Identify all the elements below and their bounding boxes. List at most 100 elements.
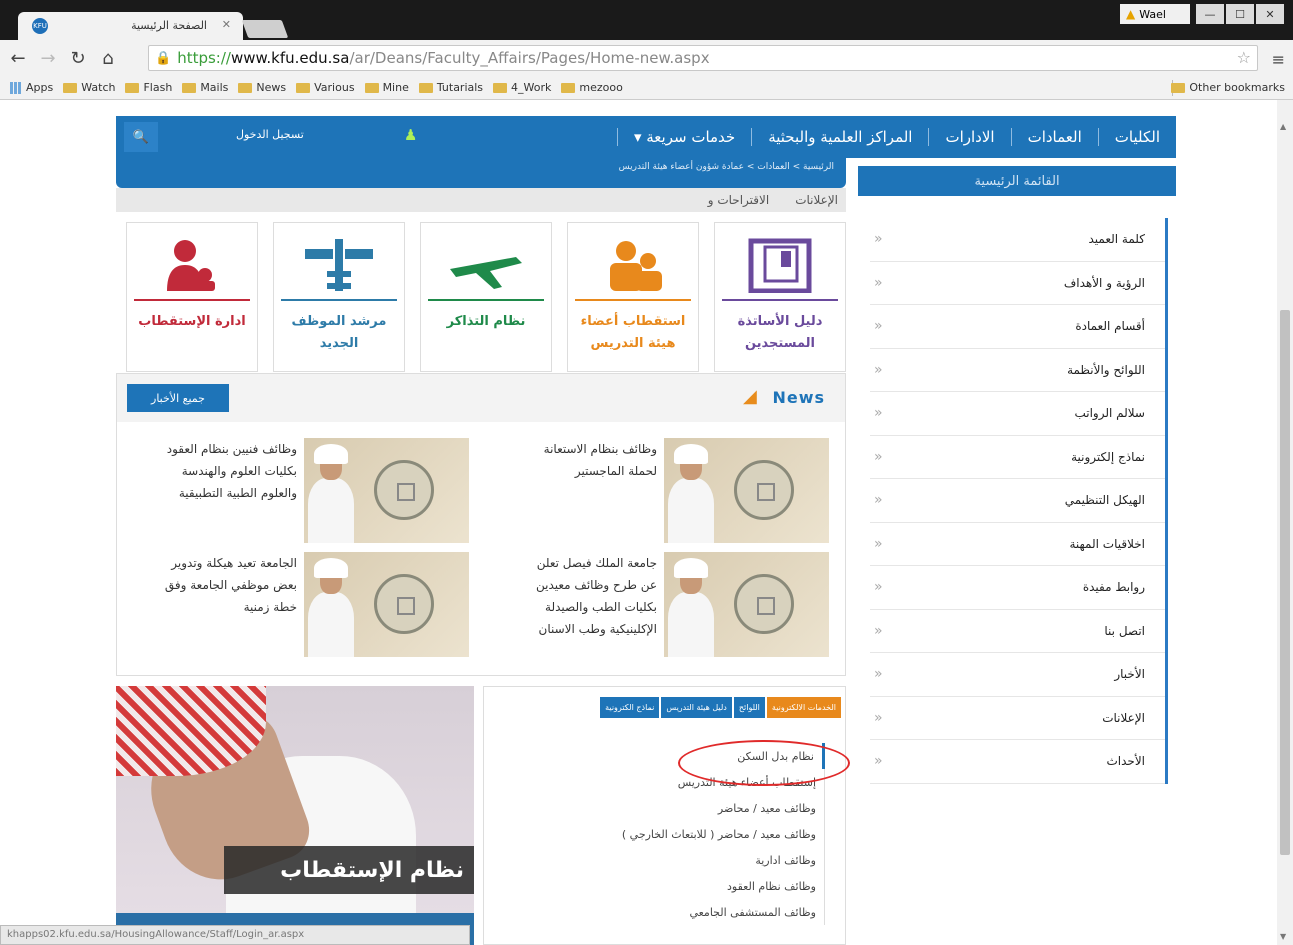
sidebar-item[interactable]: اللوائح والأنظمة « bbox=[870, 349, 1165, 392]
forward-icon[interactable]: → bbox=[36, 46, 60, 70]
reload-icon[interactable]: ↻ bbox=[66, 46, 90, 70]
highlight-ellipse bbox=[678, 740, 850, 786]
sidebar-item[interactable]: الأحداث « bbox=[870, 740, 1165, 784]
nav-colleges[interactable]: الكليات bbox=[1097, 128, 1176, 146]
bookmark-folder[interactable]: Flash bbox=[125, 81, 172, 94]
tab-suggestions[interactable]: الاقتراحات و bbox=[708, 193, 769, 207]
news-thumbnail bbox=[664, 552, 829, 657]
profile-button[interactable]: ▲ Wael bbox=[1120, 4, 1190, 24]
profile-name: Wael bbox=[1139, 7, 1166, 21]
home-icon[interactable]: ⌂ bbox=[96, 46, 120, 70]
close-tab-icon[interactable]: ✕ bbox=[222, 18, 231, 31]
double-chevron-icon: « bbox=[874, 622, 883, 639]
sidebar-item[interactable]: روابط مفيدة « bbox=[870, 566, 1165, 610]
bookmark-apps[interactable]: Apps bbox=[10, 81, 53, 94]
sidebar-item[interactable]: الإعلانات « bbox=[870, 697, 1165, 740]
bookmark-folder[interactable]: Watch bbox=[63, 81, 115, 94]
nav-departments[interactable]: الادارات bbox=[928, 128, 1010, 146]
scroll-thumb[interactable] bbox=[1280, 310, 1290, 855]
bookmark-folder[interactable]: Various bbox=[296, 81, 355, 94]
lock-warning-icon[interactable]: 🔒 bbox=[155, 51, 171, 66]
tab-faculty-guide[interactable]: دليل هيئة التدريس bbox=[661, 697, 732, 718]
nav-research-centers[interactable]: المراكز العلمية والبحثية bbox=[751, 128, 928, 146]
close-window-button[interactable]: ✕ bbox=[1256, 4, 1284, 24]
bookmark-folder[interactable]: Mails bbox=[182, 81, 228, 94]
sidebar-item[interactable]: نماذج إلكترونية « bbox=[870, 436, 1165, 479]
sidebar-item[interactable]: الأخبار « bbox=[870, 653, 1165, 697]
sidebar-item[interactable]: الرؤية و الأهداف « bbox=[870, 262, 1165, 305]
university-seal-icon bbox=[734, 574, 794, 634]
university-seal-icon bbox=[374, 574, 434, 634]
recruitment-banner[interactable]: نظام الإستقطاب bbox=[116, 686, 474, 945]
sidebar-item[interactable]: أقسام العمادة « bbox=[870, 305, 1165, 349]
airplane-icon bbox=[421, 223, 551, 299]
door-icon bbox=[715, 223, 845, 299]
tab-announcements[interactable]: الإعلانات bbox=[795, 193, 838, 207]
eservices-panel: الخدمات الالكترونية اللوائح دليل هيئة ال… bbox=[483, 686, 846, 945]
tab-eforms[interactable]: نماذج الكترونية bbox=[600, 697, 660, 718]
sidebar-item[interactable]: كلمة العميد « bbox=[870, 218, 1165, 262]
news-thumbnail bbox=[304, 552, 469, 657]
tab-regulations[interactable]: اللوائح bbox=[733, 697, 765, 718]
url-scheme: https:// bbox=[177, 49, 231, 67]
folder-icon bbox=[561, 82, 576, 93]
login-link[interactable]: تسجيل الدخول bbox=[236, 128, 304, 141]
all-news-button[interactable]: جميع الأخبار bbox=[127, 384, 229, 412]
news-section: News ◢ جميع الأخبار وظائف بنظام الاستعان… bbox=[116, 373, 846, 676]
nav-deanships[interactable]: العمادات bbox=[1010, 128, 1098, 146]
browser-tab[interactable]: KFU الصفحة الرئيسية ✕ bbox=[18, 12, 243, 40]
tab-eservices[interactable]: الخدمات الالكترونية bbox=[766, 697, 841, 718]
news-item[interactable]: وظائف بنظام الاستعانة لحملة الماجستير bbox=[479, 438, 829, 543]
folder-icon bbox=[1171, 82, 1186, 93]
folder-icon bbox=[125, 82, 140, 93]
bookmark-folder[interactable]: 4_Work bbox=[493, 81, 551, 94]
eservice-link[interactable]: وظائف معيد / محاضر ( للابتعاث الخارجي ) bbox=[525, 821, 825, 847]
sidebar-item[interactable]: اتصل بنا « bbox=[870, 610, 1165, 653]
sidebar-title: القائمة الرئيسية bbox=[858, 166, 1176, 196]
eservice-link[interactable]: وظائف ادارية bbox=[525, 847, 825, 873]
minimize-button[interactable]: — bbox=[1196, 4, 1224, 24]
status-bar-url: khapps02.kfu.edu.sa/HousingAllowance/Sta… bbox=[0, 925, 470, 945]
university-seal-icon bbox=[374, 460, 434, 520]
person-icon: ♟ bbox=[404, 126, 418, 144]
sidebar-item[interactable]: اخلاقيات المهنة « bbox=[870, 523, 1165, 566]
sidebar-item[interactable]: سلالم الرواتب « bbox=[870, 392, 1165, 436]
back-icon[interactable]: ← bbox=[6, 46, 30, 70]
bookmark-folder[interactable]: Mine bbox=[364, 81, 409, 94]
news-item[interactable]: جامعة الملك فيصل تعلن عن طرح وظائف معيدين… bbox=[479, 552, 829, 657]
page-viewport: الكليات العمادات الادارات المراكز العلمي… bbox=[0, 100, 1277, 945]
news-item[interactable]: الجامعة تعيد هيكلة وتدوير بعض موظفي الجام… bbox=[119, 552, 469, 657]
card-employee-guide[interactable]: مرشد الموظف الجديد bbox=[273, 222, 405, 372]
folder-icon bbox=[364, 82, 379, 93]
other-bookmarks[interactable]: Other bookmarks bbox=[1171, 81, 1285, 94]
card-faculty-guide[interactable]: دليل الأساتذة المستجدين bbox=[714, 222, 846, 372]
window-controls: — ☐ ✕ bbox=[1196, 4, 1284, 24]
eservice-link[interactable]: وظائف نظام العقود bbox=[525, 873, 825, 899]
card-recruitment-admin[interactable]: ادارة الإستقطاب bbox=[126, 222, 258, 372]
nav-quick-services[interactable]: خدمات سريعة ▾ bbox=[616, 128, 751, 146]
news-item[interactable]: وظائف فنيين بنظام العقود بكليات العلوم وا… bbox=[119, 438, 469, 543]
banner-caption: نظام الإستقطاب bbox=[224, 846, 474, 894]
maximize-button[interactable]: ☐ bbox=[1226, 4, 1254, 24]
double-chevron-icon: « bbox=[874, 492, 883, 509]
people-icon bbox=[568, 223, 698, 299]
bookmarks-bar: Apps Watch Flash Mails News Various Mine… bbox=[0, 76, 1293, 100]
scroll-up-icon[interactable]: ▲ bbox=[1280, 122, 1286, 131]
address-bar[interactable]: 🔒 https://www.kfu.edu.sa/ar/Deans/Facult… bbox=[148, 45, 1258, 71]
bookmark-folder[interactable]: Tutarials bbox=[418, 81, 483, 94]
scroll-down-icon[interactable]: ▼ bbox=[1280, 932, 1286, 941]
new-tab-button[interactable] bbox=[241, 20, 289, 38]
bookmark-folder[interactable]: News bbox=[238, 81, 286, 94]
card-tickets[interactable]: نظام التذاكر bbox=[420, 222, 552, 372]
bookmark-star-icon[interactable]: ☆ bbox=[1237, 48, 1251, 67]
main-nav: الكليات العمادات الادارات المراكز العلمي… bbox=[116, 116, 1176, 158]
news-header: News ◢ جميع الأخبار bbox=[117, 374, 845, 422]
sidebar-item[interactable]: الهيكل التنظيمي « bbox=[870, 479, 1165, 523]
search-button[interactable]: 🔍 bbox=[124, 122, 158, 152]
eservice-link[interactable]: وظائف معيد / محاضر bbox=[525, 795, 825, 821]
bookmark-folder[interactable]: mezooo bbox=[561, 81, 623, 94]
eservice-link[interactable]: وظائف المستشفى الجامعي bbox=[525, 899, 825, 925]
card-faculty-recruitment[interactable]: استقطاب أعضاء هيئة التدريس bbox=[567, 222, 699, 372]
page-scrollbar[interactable]: ▲ ▼ bbox=[1277, 100, 1293, 945]
menu-icon[interactable]: ≡ bbox=[1272, 50, 1285, 69]
